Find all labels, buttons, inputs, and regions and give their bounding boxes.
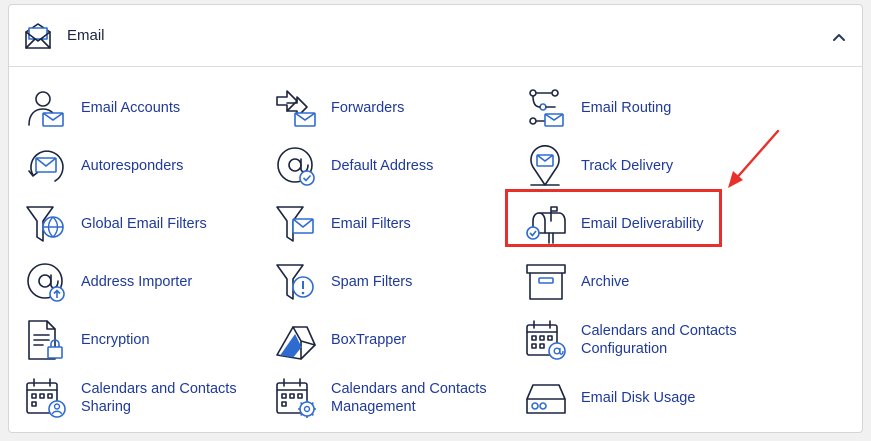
funnel-envelope-icon [276, 206, 314, 242]
item-label: Spam Filters [331, 274, 413, 290]
calendars-contacts-configuration-link[interactable]: Calendars and Contacts Configuration [525, 315, 765, 365]
item-label: BoxTrapper [331, 332, 407, 348]
calendar-user-icon [26, 378, 66, 418]
funnel-globe-icon [26, 206, 64, 242]
routing-nodes-icon [529, 89, 564, 127]
user-envelope-icon [28, 91, 64, 127]
archive-box-icon [526, 264, 566, 300]
global-email-filters-link[interactable]: Global Email Filters [25, 199, 265, 249]
item-label: Encryption [81, 332, 150, 348]
box-trap-icon [276, 326, 316, 360]
address-importer-link[interactable]: Address Importer [25, 257, 265, 307]
at-sign-check-icon [277, 147, 315, 186]
red-arrow-annotation [728, 129, 780, 188]
item-label: Email Accounts [81, 100, 181, 116]
item-label: Email Filters [331, 216, 411, 232]
highlight-box [505, 189, 722, 247]
item-label: Email Disk Usage [581, 390, 696, 406]
email-disk-usage-link[interactable]: Email Disk Usage [525, 373, 765, 423]
autoresponders-link[interactable]: Autoresponders [25, 141, 265, 191]
calendar-gear-icon [276, 378, 316, 418]
item-label: Autoresponders [81, 158, 184, 174]
item-label: Forwarders [331, 100, 405, 116]
encryption-link[interactable]: Encryption [25, 315, 265, 365]
archive-link[interactable]: Archive [525, 257, 765, 307]
item-label: Archive [581, 274, 630, 290]
email-tools-grid: Email Accounts Forwarders Email Routing … [9, 67, 862, 432]
calendars-contacts-management-link[interactable]: Calendars and Contacts Management [275, 373, 515, 423]
item-label: Default Address [331, 158, 434, 174]
default-address-link[interactable]: Default Address [275, 141, 515, 191]
document-lock-icon [28, 320, 63, 360]
item-label: Global Email Filters [81, 216, 207, 232]
calendar-at-icon [526, 320, 566, 360]
email-section-panel: Email Email Accounts Forwarders Email Ro… [8, 4, 863, 433]
item-label: Address Importer [81, 274, 193, 290]
forwarders-link[interactable]: Forwarders [275, 83, 515, 133]
item-label: Calendars and Contacts Sharing [81, 381, 237, 415]
disk-drive-icon [526, 384, 566, 414]
forward-arrows-icon [276, 90, 316, 127]
item-label: Calendars and Contacts Management [331, 381, 487, 415]
email-section-header[interactable]: Email [9, 5, 862, 67]
email-accounts-link[interactable]: Email Accounts [25, 83, 265, 133]
spam-filters-link[interactable]: Spam Filters [275, 257, 515, 307]
item-label: Email Routing [581, 100, 672, 116]
calendars-contacts-sharing-link[interactable]: Calendars and Contacts Sharing [25, 373, 265, 423]
map-pin-envelope-icon [530, 145, 560, 186]
item-label: Calendars and Contacts Configuration [581, 323, 737, 357]
email-filters-link[interactable]: Email Filters [275, 199, 515, 249]
boxtrapper-link[interactable]: BoxTrapper [275, 315, 515, 365]
funnel-warning-icon [276, 264, 314, 300]
at-sign-upload-icon [27, 263, 65, 302]
section-title: Email [67, 27, 105, 44]
chevron-up-icon[interactable] [830, 29, 848, 45]
envelope-circular-arrow-icon [28, 150, 64, 182]
envelope-open-icon [25, 23, 51, 49]
